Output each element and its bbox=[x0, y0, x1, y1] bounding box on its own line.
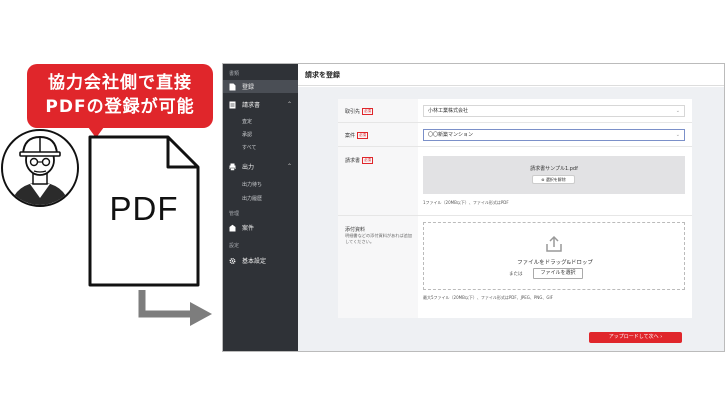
page-title: 請求を登録 bbox=[305, 71, 340, 79]
invoice-file-box: 請求書サンプル1.pdf ⊗ 選択を解除 bbox=[423, 156, 685, 194]
attachments-description: 明細書などの添付資料があれば追加してください。 bbox=[345, 233, 413, 244]
sidebar-sub-all[interactable]: すべて bbox=[242, 144, 256, 151]
upload-next-button[interactable]: アップロードして次へ › bbox=[589, 332, 682, 343]
chevron-up-icon: ⌃ bbox=[286, 163, 292, 170]
sidebar-item-output[interactable]: 出力 ⌃ bbox=[223, 160, 298, 173]
sidebar-item-projects[interactable]: 案件 bbox=[223, 221, 298, 234]
invoice-file-name: 請求書サンプル1.pdf bbox=[530, 166, 578, 172]
drop-zone-or: または bbox=[509, 272, 523, 277]
sidebar-item-label: 出力 bbox=[242, 164, 255, 171]
attachments-row: 添付資料 明細書などの添付資料があれば追加してください。 ファイルをドラッグ&ド… bbox=[338, 216, 692, 318]
remove-selection-button[interactable]: ⊗ 選択を解除 bbox=[532, 175, 575, 184]
client-select[interactable]: 小林工業株式会社 ⌄ bbox=[423, 105, 685, 117]
sidebar-sub-review[interactable]: 査定 bbox=[242, 118, 252, 125]
attachments-label: 添付資料 bbox=[345, 227, 366, 233]
client-label: 取引先 必須 bbox=[345, 108, 374, 115]
print-icon bbox=[229, 163, 236, 171]
required-badge: 必須 bbox=[362, 108, 374, 115]
upload-icon bbox=[546, 235, 562, 252]
worker-avatar-icon bbox=[1, 129, 79, 207]
project-label: 案件 必須 bbox=[345, 132, 369, 139]
sidebar-item-label: 基本設定 bbox=[242, 258, 267, 265]
choose-file-button[interactable]: ファイルを選択 bbox=[533, 268, 583, 279]
sidebar-item-label: 案件 bbox=[242, 225, 255, 232]
attachments-note: 最大5ファイル（20MB以下）、ファイル形式はPDF、JPEG、PNG、GIF bbox=[423, 295, 553, 300]
sidebar-item-basic-settings[interactable]: 基本設定 bbox=[223, 254, 298, 267]
sidebar-item-invoices[interactable]: 請求書 ⌃ bbox=[223, 98, 298, 111]
invoice-file-note: 1ファイル（20MB以下）、ファイル形式はPDF bbox=[423, 200, 509, 205]
drop-zone-title: ファイルをドラッグ&ドロップ bbox=[517, 260, 593, 266]
sidebar-sub-approval[interactable]: 承認 bbox=[242, 131, 252, 138]
sidebar-sub-output-history[interactable]: 出力履歴 bbox=[242, 195, 262, 202]
feature-callout: 協力会社側で直接 PDFの登録が可能 bbox=[27, 64, 213, 128]
building-icon bbox=[229, 224, 236, 231]
required-badge: 必須 bbox=[357, 132, 369, 139]
arrow-right-icon bbox=[138, 290, 212, 326]
file-drop-zone[interactable]: ファイルをドラッグ&ドロップ または ファイルを選択 bbox=[423, 222, 685, 290]
project-row: 案件 必須 〇〇新築マンション ⌄ bbox=[338, 123, 692, 147]
sidebar-sub-pending-output[interactable]: 出力待ち bbox=[242, 181, 262, 188]
invoice-file-row: 請求書 必須 請求書サンプル1.pdf ⊗ 選択を解除 1ファイル（20MB以下）… bbox=[338, 147, 692, 216]
chevron-down-icon: ⌄ bbox=[675, 108, 680, 114]
invoice-form: 取引先 必須 小林工業株式会社 ⌄ 案件 必須 〇〇新築マンション ⌄ 請求書 … bbox=[338, 99, 692, 318]
sidebar-item-label: 登録 bbox=[242, 84, 255, 91]
chevron-down-icon: ⌄ bbox=[675, 132, 680, 138]
sidebar-section-documents: 書類 bbox=[229, 71, 240, 77]
sidebar-item-label: 請求書 bbox=[242, 102, 261, 109]
invoice-label: 請求書 必須 bbox=[345, 157, 374, 164]
close-circle-icon: ⊗ bbox=[541, 177, 545, 182]
file-icon bbox=[229, 83, 236, 90]
client-row: 取引先 必須 小林工業株式会社 ⌄ bbox=[338, 99, 692, 123]
sidebar-section-manage: 管理 bbox=[229, 211, 240, 217]
sidebar: 書類 登録 請求書 ⌃ 査定 承認 すべて 出力 ⌃ 出力待ち 出力履歴 管理 … bbox=[223, 64, 298, 351]
callout-line-1: 協力会社側で直接 bbox=[48, 73, 192, 93]
app-window: 書類 登録 請求書 ⌃ 査定 承認 すべて 出力 ⌃ 出力待ち 出力履歴 管理 … bbox=[222, 63, 725, 352]
gear-icon bbox=[229, 257, 236, 264]
project-select[interactable]: 〇〇新築マンション ⌄ bbox=[423, 129, 685, 141]
pdf-label: PDF bbox=[109, 190, 179, 227]
chevron-up-icon: ⌃ bbox=[286, 101, 292, 108]
project-select-value: 〇〇新築マンション bbox=[428, 132, 474, 138]
document-icon bbox=[229, 101, 236, 108]
required-badge: 必須 bbox=[362, 157, 374, 164]
client-select-value: 小林工業株式会社 bbox=[428, 108, 469, 114]
main-content: 取引先 必須 小林工業株式会社 ⌄ 案件 必須 〇〇新築マンション ⌄ 請求書 … bbox=[298, 87, 724, 351]
sidebar-section-settings: 設定 bbox=[229, 243, 240, 249]
callout-line-2: PDFの登録が可能 bbox=[45, 97, 195, 117]
topbar: 請求を登録 bbox=[298, 64, 724, 86]
sidebar-item-register[interactable]: 登録 bbox=[223, 80, 298, 93]
